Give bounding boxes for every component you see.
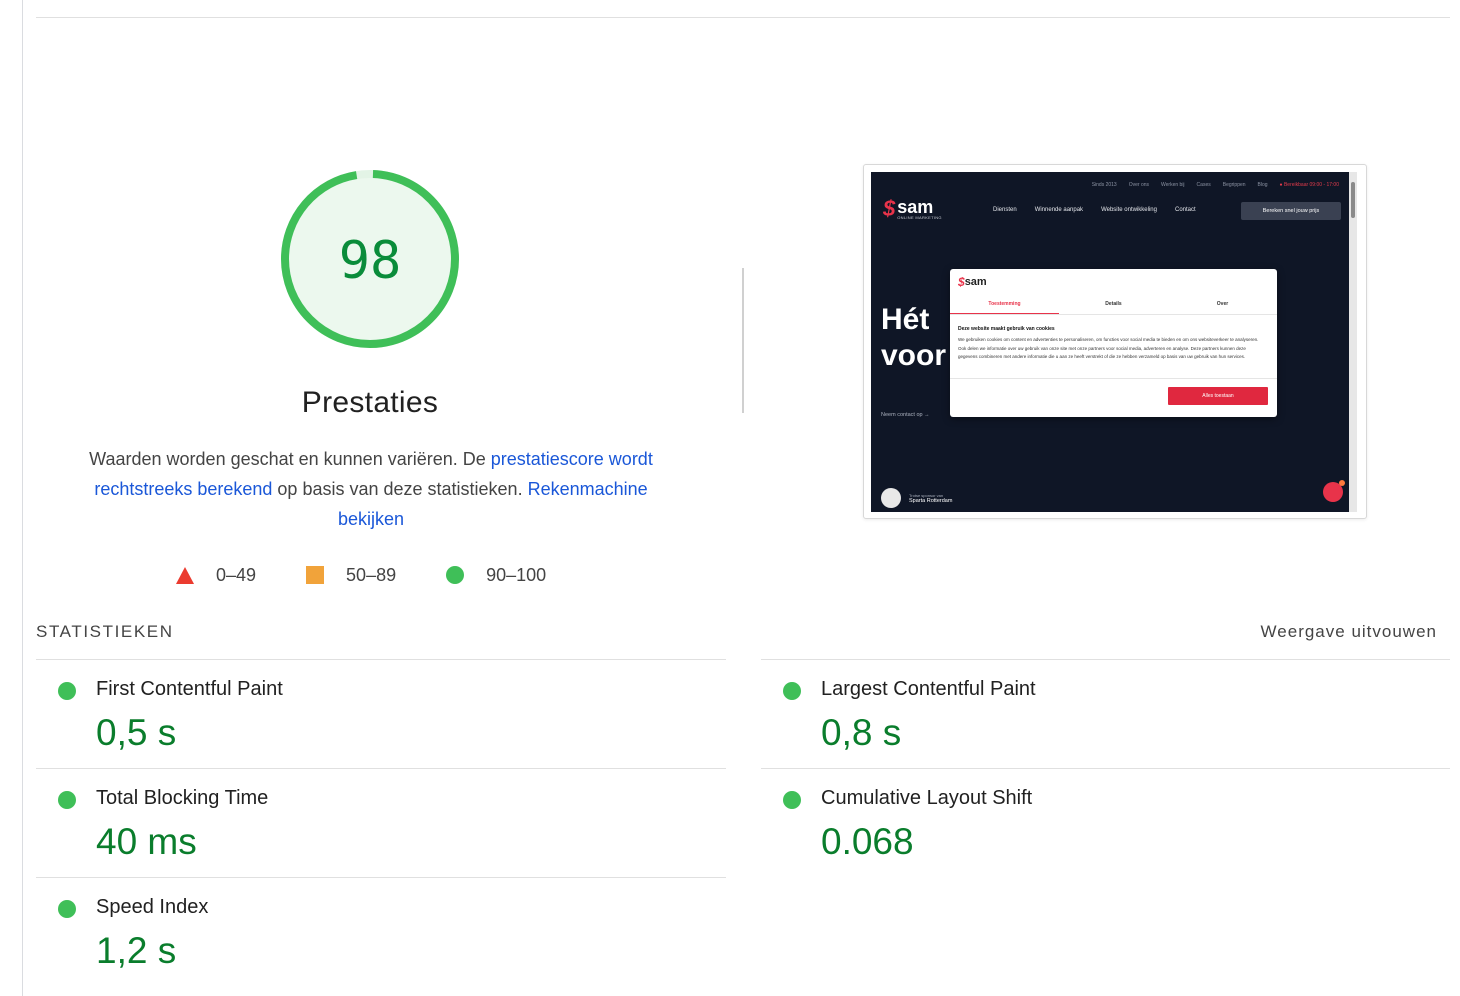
legend-pass-label: 90–100 (486, 564, 547, 585)
metric-title: Total Blocking Time (96, 787, 269, 809)
thumb-logo: $ sam ONLINE MARKETING (883, 196, 942, 222)
metric-value: 0,5 s (96, 712, 177, 753)
thumb-hero-line: Hét (881, 303, 930, 336)
thumb-modal-tabs: Toestemming Details Over (950, 299, 1277, 315)
description-text-2: op basis van deze statistieken. (272, 479, 528, 499)
s-logo-icon: $ (958, 275, 965, 289)
pass-circle-icon (783, 682, 801, 700)
top-divider (36, 17, 1450, 18)
metric-title: First Contentful Paint (96, 678, 283, 700)
thumb-scrollbar (1349, 172, 1357, 512)
pass-circle-icon (58, 682, 76, 700)
legend-fail-label: 0–49 (216, 564, 257, 585)
thumb-modal-button: Alles toestaan (1168, 387, 1268, 405)
expand-view-button[interactable]: Weergave uitvouwen (1261, 622, 1437, 642)
performance-score-gauge[interactable]: 98 (280, 169, 460, 349)
thumb-logo-word: sam (897, 196, 934, 217)
square-icon (306, 566, 325, 584)
metric-value: 1,2 s (96, 930, 177, 971)
legend-average: 50–89 (306, 565, 396, 586)
thumb-modal-logo-word: sam (964, 276, 987, 288)
metric-cumulative-layout-shift: Cumulative Layout Shift 0.068 (761, 769, 1441, 869)
circle-icon (446, 566, 465, 584)
left-border (22, 0, 23, 996)
thumb-sponsor: Trotse sponsor van Sparta Rotterdam (881, 488, 952, 508)
thumb-util-item: Over ons (1128, 182, 1150, 188)
thumb-cta: Bereken snel jouw prijs (1241, 202, 1341, 220)
thumb-util-live: ● Bereikbaar 09:00 - 17:00 (1279, 182, 1339, 188)
thumb-nav-item: Diensten (993, 207, 1017, 213)
thumb-nav-item: Website ontwikkeling (1101, 207, 1157, 213)
thumb-nav-item: Contact (1174, 207, 1196, 213)
thumb-util-item: Werken bij (1161, 182, 1185, 188)
metric-value: 0.068 (821, 821, 914, 862)
pass-circle-icon (58, 900, 76, 918)
legend-average-label: 50–89 (346, 564, 397, 585)
metric-first-contentful-paint: First Contentful Paint 0,5 s (36, 660, 716, 760)
score-value: 98 (338, 231, 402, 291)
thumb-modal-tab: Details (1105, 301, 1122, 307)
football-icon (881, 488, 901, 508)
s-logo-icon: $ (883, 196, 896, 221)
thumb-hero: Hét voor (881, 302, 946, 374)
metric-speed-index: Speed Index 1,2 s (36, 878, 716, 978)
thumb-modal-divider (950, 378, 1277, 379)
thumb-cookie-modal: $ sam Toestemming Details Over Deze webs… (950, 269, 1277, 417)
description-text-1: Waarden worden geschat en kunnen variëre… (89, 449, 491, 469)
thumb-util-item: Sinds 2013 (1091, 182, 1117, 188)
thumb-modal-tab: Over (1216, 301, 1229, 307)
pass-circle-icon (58, 791, 76, 809)
thumb-utility-bar: Sinds 2013 Over ons Werken bij Cases Beg… (1080, 182, 1339, 188)
thumb-util-item: Cases (1196, 182, 1211, 188)
score-legend: 0–49 50–89 90–100 (176, 562, 546, 588)
thumb-nav-item: Winnende aanpak (1034, 207, 1084, 213)
metric-title: Largest Contentful Paint (821, 678, 1036, 700)
metric-largest-contentful-paint: Largest Contentful Paint 0,8 s (761, 660, 1441, 760)
metric-title: Cumulative Layout Shift (821, 787, 1033, 809)
metric-title: Speed Index (96, 896, 209, 918)
category-title: Prestaties (301, 386, 439, 419)
metric-total-blocking-time: Total Blocking Time 40 ms (36, 769, 716, 869)
thumb-logo-sub: ONLINE MARKETING (897, 214, 942, 220)
thumb-modal-body: We gebruiken cookies om content en adver… (958, 337, 1259, 359)
thumb-modal-heading: Deze website maakt gebruik van cookies (958, 326, 1055, 332)
metric-value: 40 ms (96, 821, 197, 862)
triangle-icon (176, 566, 194, 584)
pass-circle-icon (783, 791, 801, 809)
screenshot-image: Sinds 2013 Over ons Werken bij Cases Beg… (871, 172, 1357, 512)
thumb-nav: Diensten Winnende aanpak Website ontwikk… (993, 207, 1214, 213)
legend-pass: 90–100 (446, 565, 546, 586)
final-screenshot[interactable]: Sinds 2013 Over ons Werken bij Cases Beg… (863, 164, 1367, 519)
thumb-util-item: Blog (1257, 182, 1268, 188)
thumb-modal-logo: $ sam (958, 275, 987, 289)
thumb-modal-tab: Toestemming (950, 299, 1059, 314)
vertical-divider (742, 268, 744, 413)
metric-value: 0,8 s (821, 712, 902, 753)
chat-icon (1323, 480, 1345, 502)
thumb-hero-line: voor (881, 339, 947, 372)
metrics-header: STATISTIEKEN (36, 622, 174, 641)
legend-fail: 0–49 (176, 565, 256, 586)
thumb-sponsor-name: Sparta Rotterdam (909, 497, 953, 504)
thumb-contact: Neem contact op → (881, 412, 930, 418)
thumb-util-item: Begrippen (1222, 182, 1246, 188)
score-description: Waarden worden geschat en kunnen variëre… (66, 444, 676, 534)
